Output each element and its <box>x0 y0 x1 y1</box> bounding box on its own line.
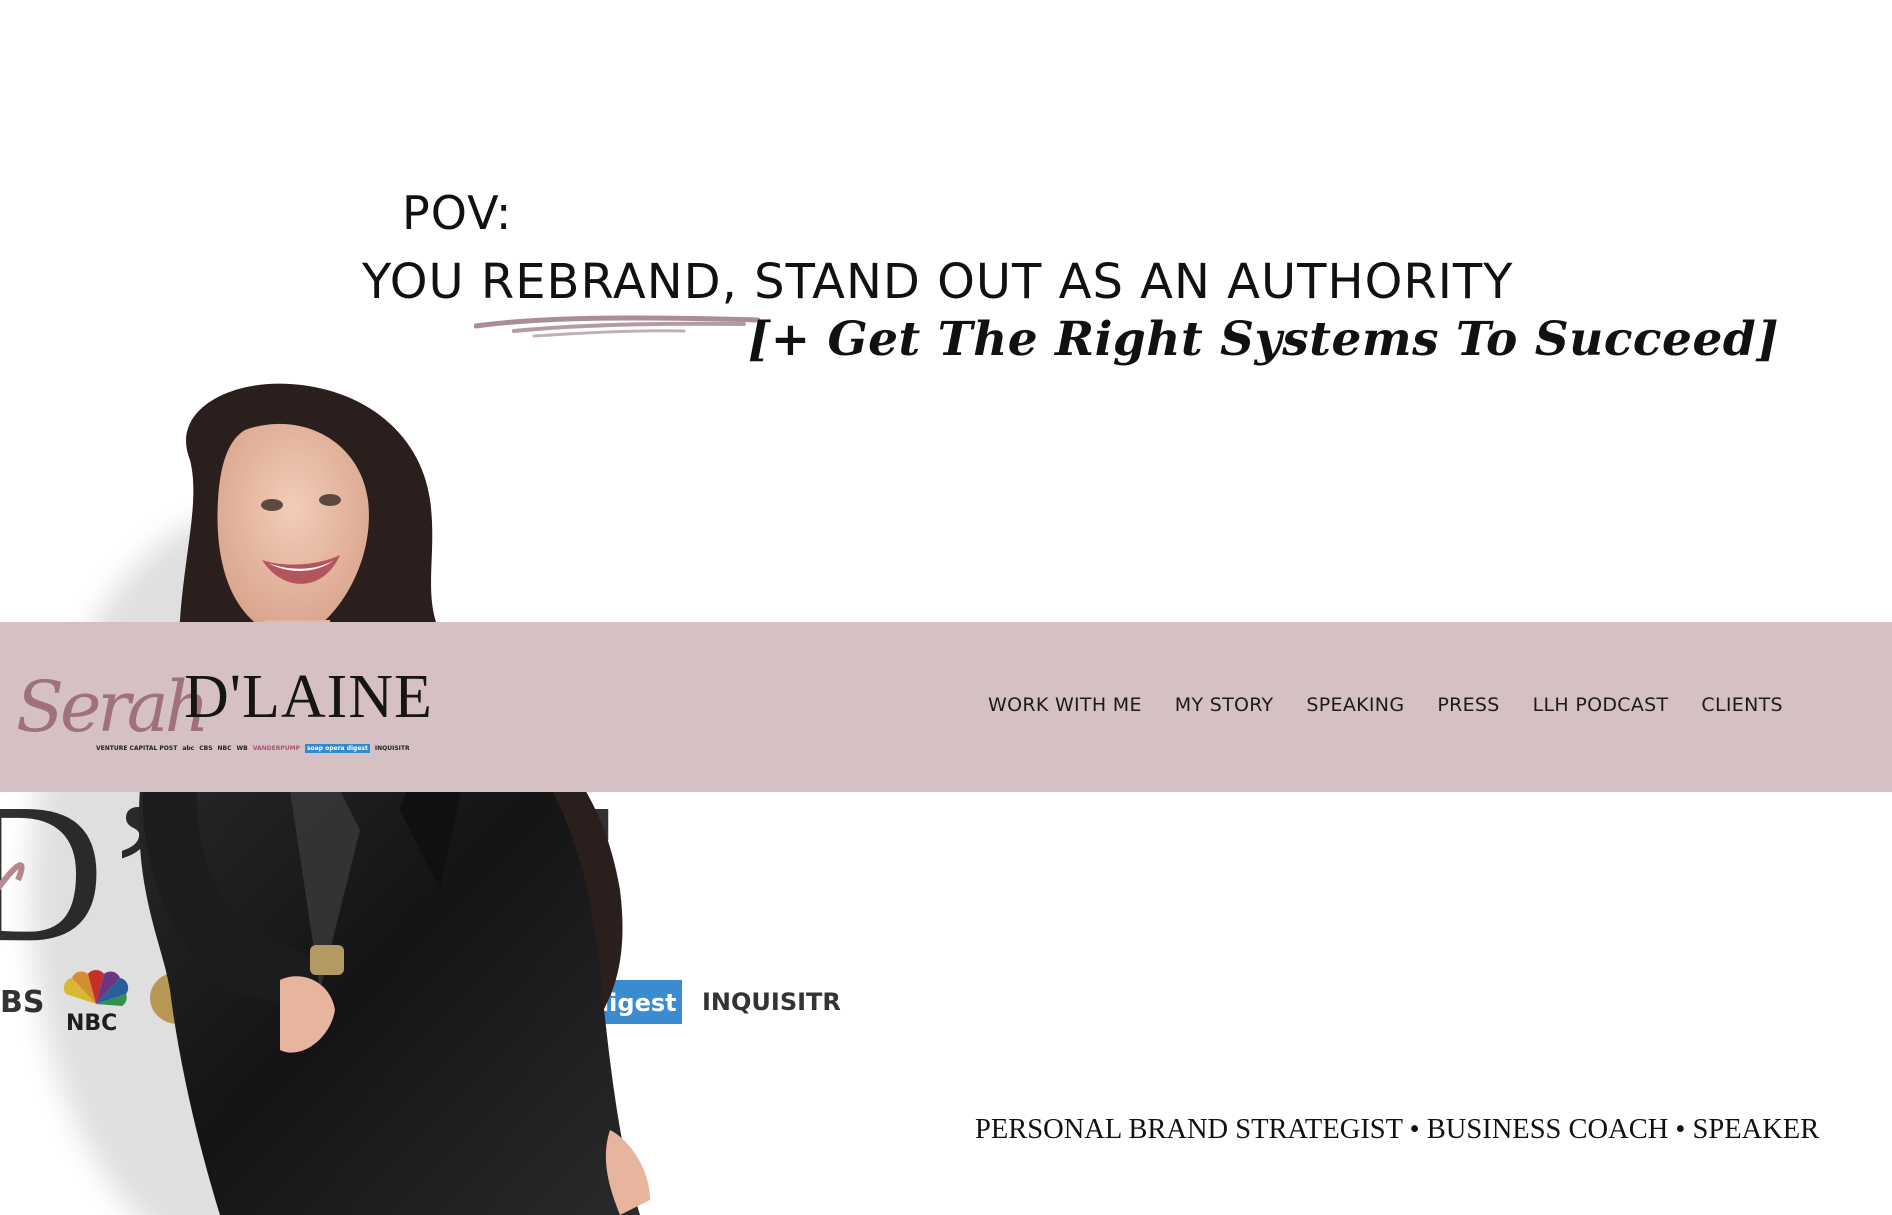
nav-item-clients[interactable]: CLIENTS <box>1701 694 1782 716</box>
logo-badge: VANDERPUMP <box>252 745 300 752</box>
nav-item-press[interactable]: PRESS <box>1437 694 1499 716</box>
main-nav: WORK WITH ME MY STORY SPEAKING PRESS LLH… <box>988 694 1783 716</box>
logo-press-badges: VENTURE CAPITAL POST abc CBS NBC WB VAND… <box>96 744 410 753</box>
site-logo[interactable]: Serah D'LAINE VENTURE CAPITAL POST abc C… <box>16 662 432 772</box>
logo-badge: INQUISITR <box>374 745 410 752</box>
logo-script-text: Serah <box>16 666 210 748</box>
nav-item-llh-podcast[interactable]: LLH PODCAST <box>1533 694 1669 716</box>
logo-badge: CBS <box>199 745 213 752</box>
brush-stroke-decoration <box>474 315 760 338</box>
nav-item-my-story[interactable]: MY STORY <box>1175 694 1274 716</box>
logo-badge: WB <box>236 745 248 752</box>
logo-badge: abc <box>182 745 195 752</box>
hero-portrait-image: D’LINE BS NBC digest INQUISITR <box>0 383 841 1215</box>
nav-item-work-with-me[interactable]: WORK WITH ME <box>988 694 1142 716</box>
svg-text:INQUISITR: INQUISITR <box>702 988 841 1016</box>
nav-item-speaking[interactable]: SPEAKING <box>1306 694 1404 716</box>
hero-headline: YOU REBRAND, STAND OUT AS AN AUTHORITY <box>362 254 1514 310</box>
hero-subheadline: [+ Get The Right Systems To Succeed] <box>748 312 1779 367</box>
logo-badge: NBC <box>217 745 232 752</box>
logo-main-text: D'LAINE <box>184 663 433 731</box>
logo-badge: VENTURE CAPITAL POST <box>96 745 178 752</box>
landing-page: POV: YOU REBRAND, STAND OUT AS AN AUTHOR… <box>0 0 1892 1215</box>
site-header: Serah D'LAINE VENTURE CAPITAL POST abc C… <box>0 622 1892 792</box>
logo-badge: soap opera digest <box>304 744 370 753</box>
hero-tagline: PERSONAL BRAND STRATEGIST • BUSINESS COA… <box>975 1114 1820 1145</box>
pov-label: POV: <box>402 186 513 240</box>
